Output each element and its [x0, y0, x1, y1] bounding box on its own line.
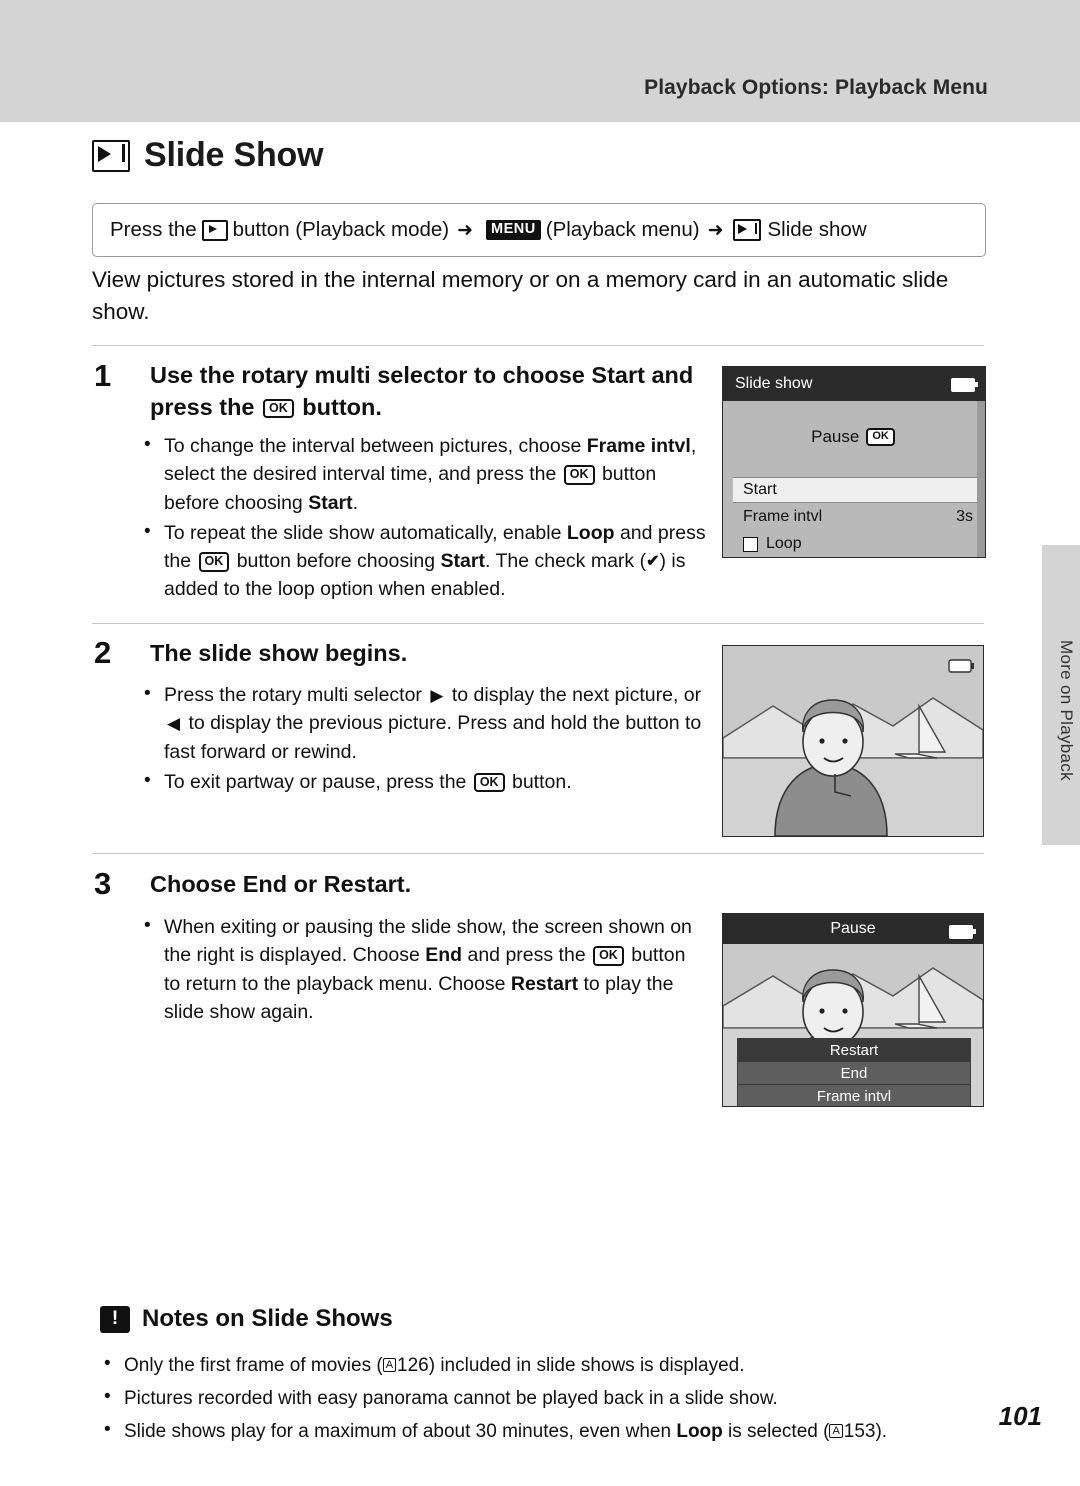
book-reference-icon: A [382, 1357, 397, 1373]
step-1-heading-pre: Use the rotary multi selector to choose [150, 362, 592, 388]
screen1-row-frame-intvl-label: Frame intvl [743, 508, 823, 525]
screen1-row-frame-intvl[interactable]: Frame intvl 3s [733, 504, 985, 530]
screen3-row-restart[interactable]: Restart [737, 1038, 971, 1063]
step-1-bullet-1: To change the interval between pictures,… [140, 431, 710, 517]
pause-menu-screenshot: Pause Restart End Frame intvl [722, 913, 984, 1107]
path-slide-show-label: Slide show [767, 218, 867, 241]
page-title: Slide Show [92, 136, 324, 175]
arrow-right-icon-1: ➜ [457, 219, 474, 241]
step-1-bullets: To change the interval between pictures,… [140, 431, 710, 606]
screen1-topbar: Slide show [723, 367, 985, 401]
photo-illustration [723, 646, 983, 836]
menu-path-box: Press the button (Playback mode) ➜ MENU … [92, 203, 986, 257]
step-1-number: 1 [94, 358, 112, 393]
step-3-bullets: When exiting or pausing the slide show, … [140, 912, 705, 1028]
step-1-bullet-2: To repeat the slide show automatically, … [140, 518, 710, 604]
slide-show-menu-screenshot: Slide show Pause OK Start Frame intvl 3s… [722, 366, 986, 558]
path-playback-mode-label: button (Playback mode) [232, 218, 450, 241]
ok-button-icon: OK [593, 946, 624, 966]
path-press-label: Press the [110, 218, 197, 241]
step-2-bullet-1: Press the rotary multi selector ▶ to dis… [140, 680, 710, 766]
battery-icon [951, 378, 978, 392]
notes-header: ! Notes on Slide Shows [100, 1305, 393, 1333]
header-title: Playback Options: Playback Menu [644, 76, 988, 99]
page-title-text: Slide Show [144, 136, 324, 174]
step-2-number: 2 [94, 635, 112, 670]
intro-paragraph: View pictures stored in the internal mem… [92, 267, 949, 324]
manual-page: Playback Options: Playback Menu More on … [0, 0, 1080, 1486]
menu-button-icon: MENU [486, 220, 541, 240]
screen1-pause-label: Pause [811, 427, 860, 446]
book-reference-icon: A [829, 1423, 843, 1438]
slide-show-menu-icon [733, 219, 762, 241]
divider-1 [92, 345, 984, 346]
screen1-row-loop-label: Loop [766, 535, 802, 552]
ok-button-icon: OK [563, 465, 595, 485]
step-1-heading-bold: Start [591, 362, 645, 388]
arrow-left-icon: ◀ [167, 713, 181, 733]
screen3-row-restart-label: Restart [829, 1042, 879, 1059]
playback-button-icon [201, 219, 228, 241]
ok-button-icon: OK [866, 428, 895, 446]
screen1-title: Slide show [735, 375, 813, 392]
note-item-2: Pictures recorded with easy panorama can… [96, 1383, 976, 1413]
ok-button-icon: OK [263, 398, 294, 419]
screen3-row-frame-intvl[interactable]: Frame intvl [737, 1084, 971, 1106]
page-number: 101 [998, 1401, 1042, 1431]
header-band [0, 0, 1080, 122]
screen1-row-start-label: Start [743, 481, 777, 498]
battery-icon [949, 925, 976, 939]
slide-show-photo-screenshot [722, 645, 984, 837]
step-2-heading: The slide show begins. [150, 640, 408, 666]
check-mark-icon: ✔ [646, 553, 660, 571]
screen3-topbar: Pause [723, 914, 983, 944]
step-1-heading: Use the rotary multi selector to choose … [150, 360, 705, 423]
divider-3 [92, 853, 984, 854]
arrow-right-icon-2: ➜ [707, 219, 724, 241]
screen3-title: Pause [830, 920, 876, 937]
arrow-right-icon: ▶ [430, 685, 444, 705]
checkbox-icon[interactable] [743, 536, 758, 552]
menu-path-text: Press the button (Playback mode) ➜ MENU … [93, 218, 867, 242]
step-3-bullet-1: When exiting or pausing the slide show, … [140, 912, 705, 1026]
step-1-heading-end: button. [295, 393, 382, 420]
screen1-row-loop[interactable]: Loop [733, 531, 985, 557]
ok-button-icon: OK [198, 552, 230, 572]
screen3-row-end[interactable]: End [737, 1061, 971, 1086]
note-item-3: Slide shows play for a maximum of about … [96, 1416, 976, 1446]
screen1-row-start[interactable]: Start [733, 477, 985, 503]
step-3-number: 3 [94, 866, 112, 901]
step-2-bullet-2: To exit partway or pause, press the OK b… [140, 767, 710, 796]
ok-button-icon: OK [473, 772, 505, 793]
divider-2 [92, 623, 984, 624]
notes-list: Only the first frame of movies (A126) in… [96, 1350, 976, 1451]
section-tab-label: More on Playback [1057, 640, 1076, 781]
notes-title: Notes on Slide Shows [142, 1305, 393, 1332]
screen3-row-end-label: End [840, 1065, 868, 1082]
step-3-heading: Choose End or Restart. [150, 871, 412, 897]
screen1-pause-area: Pause OK [723, 401, 985, 473]
screen1-scrollbar[interactable] [977, 401, 985, 557]
slide-show-icon [92, 139, 130, 172]
screen3-row-frame-intvl-label: Frame intvl [816, 1088, 892, 1105]
path-playback-menu-label: (Playback menu) [545, 218, 700, 241]
warning-icon: ! [100, 1305, 130, 1333]
step-2-bullets: Press the rotary multi selector ▶ to dis… [140, 680, 710, 798]
note-item-1: Only the first frame of movies (A126) in… [96, 1350, 976, 1380]
